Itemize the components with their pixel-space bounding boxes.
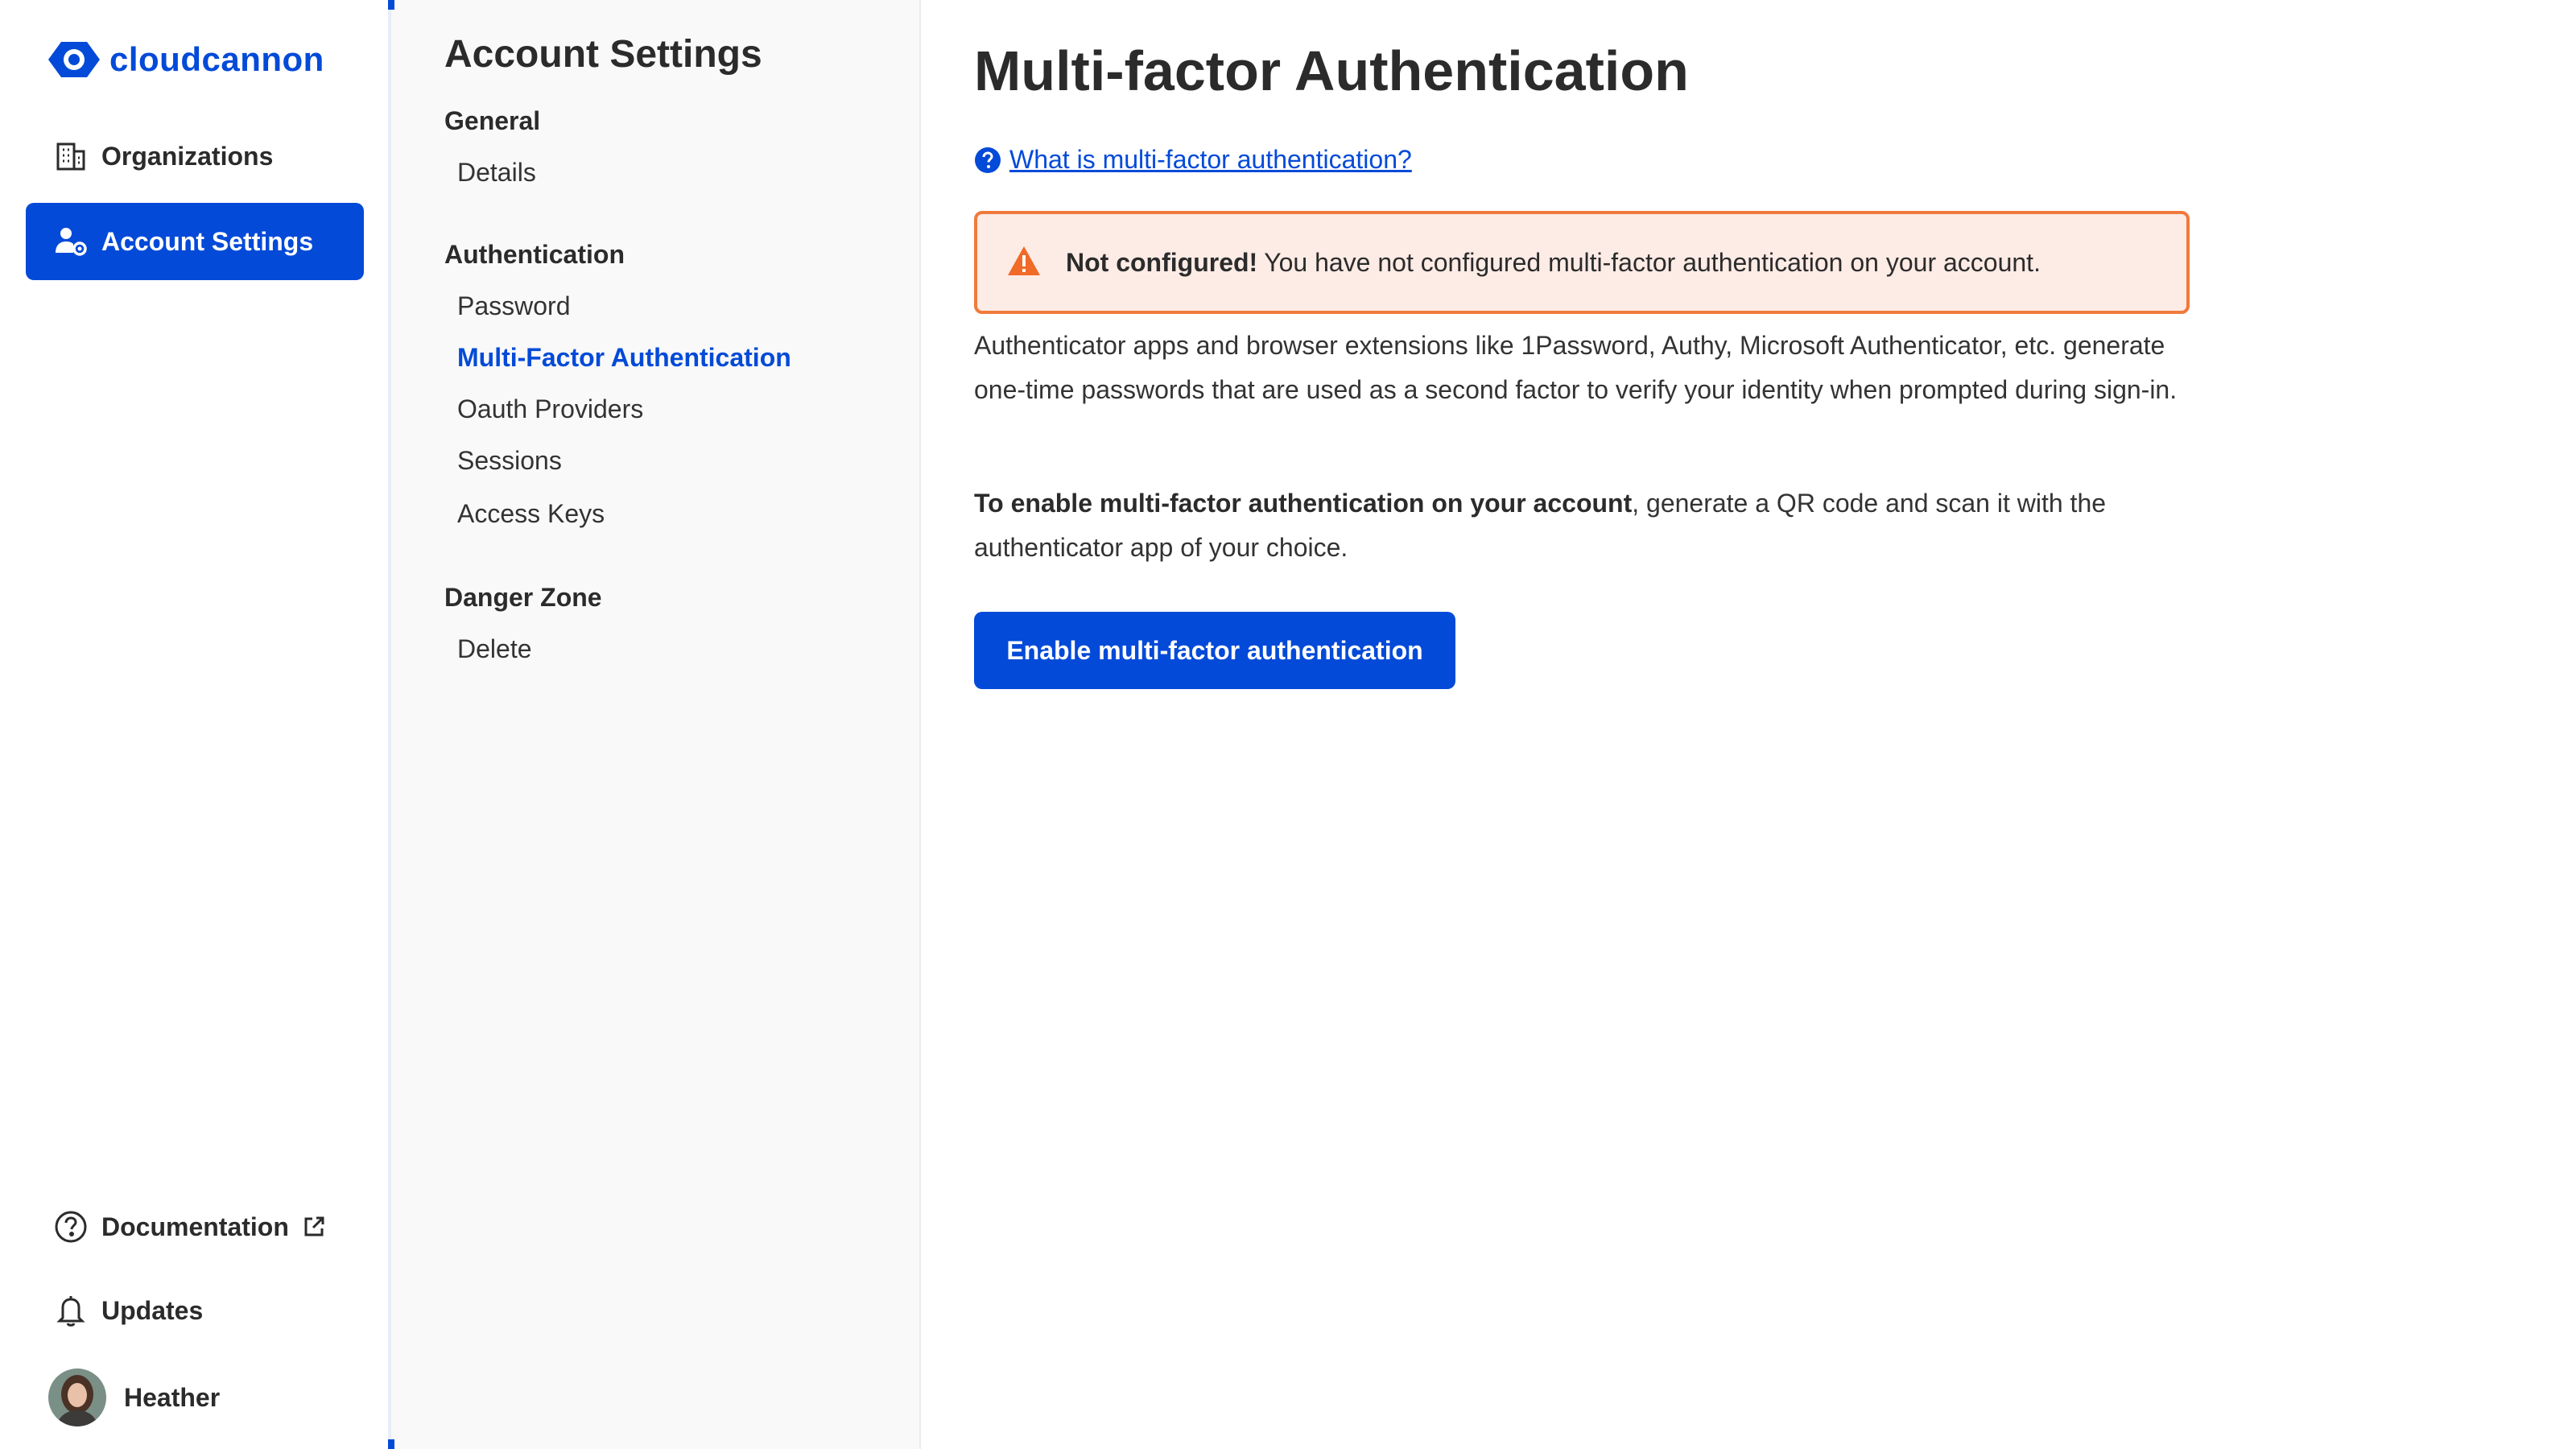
nav-item-label: Heather bbox=[124, 1382, 221, 1412]
settings-sidebar: Account Settings General Details Authent… bbox=[388, 0, 919, 1449]
external-link-icon bbox=[302, 1214, 328, 1240]
settings-title: Account Settings bbox=[444, 33, 762, 76]
help-link[interactable]: What is multi-factor authentication? bbox=[974, 145, 1412, 175]
question-circle-icon bbox=[974, 147, 1001, 174]
nav-item-documentation[interactable]: Documentation bbox=[26, 1195, 364, 1259]
cloudcannon-logo-icon bbox=[48, 42, 100, 77]
help-circle-icon bbox=[53, 1209, 89, 1245]
nav-item-updates[interactable]: Updates bbox=[26, 1278, 364, 1343]
mfa-description: Authenticator apps and browser extension… bbox=[974, 331, 2178, 404]
primary-sidebar: cloudcannon Organizations Account Settin bbox=[0, 0, 388, 1449]
not-configured-alert: Not configured! You have not configured … bbox=[974, 211, 2190, 314]
avatar bbox=[48, 1368, 106, 1426]
settings-group-authentication: Authentication bbox=[444, 240, 625, 269]
settings-link-access-keys[interactable]: Access Keys bbox=[457, 499, 605, 529]
settings-link-delete[interactable]: Delete bbox=[457, 634, 532, 664]
nav-item-label: Organizations bbox=[101, 141, 274, 171]
page-title: Multi-factor Authentication bbox=[974, 39, 1689, 102]
nav-item-label: Account Settings bbox=[101, 226, 314, 256]
settings-link-password[interactable]: Password bbox=[457, 291, 571, 321]
user-gear-icon bbox=[53, 224, 89, 259]
warning-icon bbox=[1006, 245, 1042, 280]
bell-icon bbox=[53, 1293, 89, 1328]
nav-item-account-settings[interactable]: Account Settings bbox=[26, 203, 364, 280]
mfa-instructions: To enable multi-factor authentication on… bbox=[974, 481, 2190, 570]
brand-name: cloudcannon bbox=[109, 40, 324, 78]
alert-text: You have not configured multi-factor aut… bbox=[1264, 247, 2041, 277]
settings-link-details[interactable]: Details bbox=[457, 158, 536, 188]
brand-logo-link[interactable]: cloudcannon bbox=[45, 35, 324, 84]
help-link-text: What is multi-factor authentication? bbox=[1009, 145, 1412, 174]
enable-mfa-button[interactable]: Enable multi-factor authentication bbox=[974, 612, 1455, 689]
building-icon bbox=[53, 138, 89, 174]
settings-link-oauth-providers[interactable]: Oauth Providers bbox=[457, 394, 643, 424]
alert-strong-text: Not configured! bbox=[1066, 247, 1258, 277]
nav-item-label: Updates bbox=[101, 1295, 204, 1325]
settings-group-danger-zone: Danger Zone bbox=[444, 583, 602, 612]
nav-item-label: Documentation bbox=[101, 1212, 289, 1241]
settings-link-multi-factor-authentication[interactable]: Multi-Factor Authentication bbox=[457, 343, 791, 373]
mfa-instructions-strong: To enable multi-factor authentication on… bbox=[974, 489, 1633, 518]
settings-link-sessions[interactable]: Sessions bbox=[457, 446, 562, 476]
nav-item-user-profile[interactable]: Heather bbox=[26, 1365, 364, 1430]
settings-group-general: General bbox=[444, 106, 541, 135]
main-content: Multi-factor Authentication What is mult… bbox=[919, 0, 2576, 1449]
nav-item-organizations[interactable]: Organizations bbox=[26, 118, 364, 195]
